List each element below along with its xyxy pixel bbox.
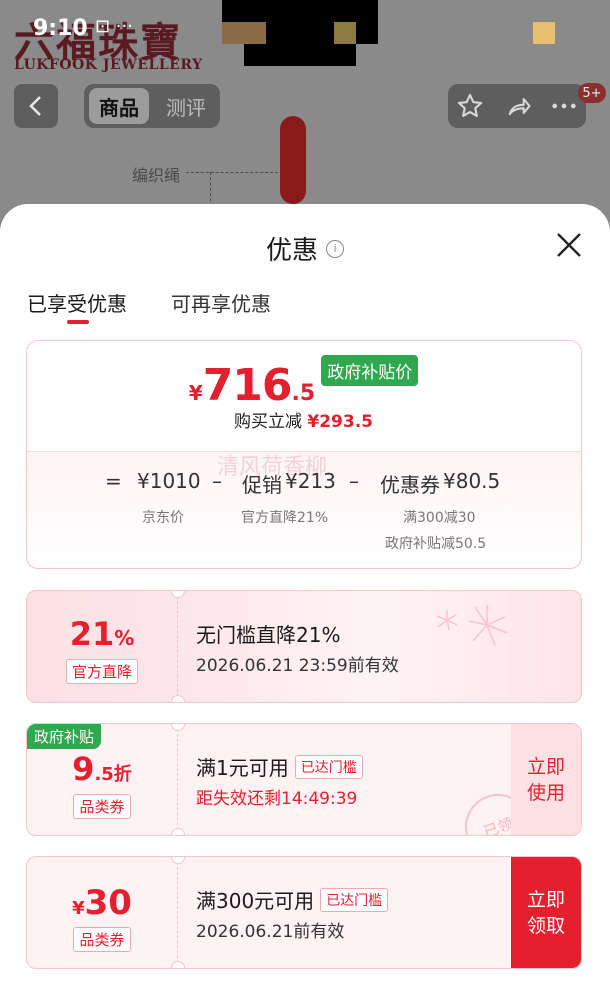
coupon-notch xyxy=(171,695,185,702)
price-integer: 716 xyxy=(202,360,293,411)
coupon-sub-1: 满300减30 xyxy=(403,510,476,526)
star-icon xyxy=(457,93,483,117)
coupon-card: 21% 官方直降 无门槛直降21% 2026.06.21 23:59前有效 xyxy=(26,590,582,703)
discount-sheet: 优惠 i 已享受优惠 可再享优惠 ¥716.5政府补贴价 购买立减 ¥293.5 … xyxy=(0,204,610,993)
tab-enjoyed[interactable]: 已享受优惠 xyxy=(27,288,127,317)
status-time: 9:10 xyxy=(33,16,88,41)
favorite-button[interactable] xyxy=(454,90,486,122)
coupon-label: 优惠券 xyxy=(380,473,440,497)
coupon-value-area: 21% 官方直降 xyxy=(27,591,177,702)
coupon-value-unit: % xyxy=(114,626,135,650)
coupon-sub-2: 政府补贴减50.5 xyxy=(385,536,487,552)
redacted-block xyxy=(533,22,555,44)
coupon-validity: 2026.06.21前有效 xyxy=(196,922,345,942)
coupon-divider xyxy=(177,857,178,968)
coupon-value-area: ¥30 品类券 xyxy=(27,857,177,968)
coupon-title-text: 满300元可用 xyxy=(196,889,315,913)
price-summary-card: ¥716.5政府补贴价 购买立减 ¥293.5 清风荷香柳 = ¥1010 京东… xyxy=(26,340,582,569)
coupon-value: 21% xyxy=(27,615,177,653)
back-button[interactable] xyxy=(14,84,58,128)
use-now-label: 立即使用 xyxy=(526,755,565,804)
redacted-block xyxy=(222,22,266,44)
close-icon xyxy=(557,233,581,257)
final-price: ¥716.5政府补贴价 xyxy=(27,355,580,411)
coupon-type-tag: 品类券 xyxy=(27,927,177,952)
brand-logo-en: LUKFOOK JEWELLERY xyxy=(14,57,203,73)
sheet-header: 优惠 i xyxy=(0,230,610,267)
promo-value: ¥213 xyxy=(285,469,336,493)
coupon-notch xyxy=(171,961,185,968)
coupon-validity: 2026.06.21 23:59前有效 xyxy=(196,656,399,676)
redacted-block xyxy=(244,44,356,66)
more-button[interactable] xyxy=(548,90,580,122)
price-decimal: .5 xyxy=(291,381,316,406)
coupon-type-label: 官方直降 xyxy=(65,659,138,684)
coupon-value-main: 30 xyxy=(84,883,132,923)
coupon-title: 满1元可用 已达门槛 xyxy=(196,752,363,781)
currency-symbol: ¥ xyxy=(188,381,203,405)
coupon-title: 无门槛直降21% xyxy=(196,623,341,647)
message-badge: 5+ xyxy=(578,83,606,103)
promo-sub: 官方直降21% xyxy=(241,510,329,526)
coupon-type-tag: 官方直降 xyxy=(27,659,177,684)
coupon-value: ¥30 xyxy=(27,883,177,923)
product-annotation: 编织绳 xyxy=(132,166,181,185)
coupon-value: 9.5折 xyxy=(27,750,177,788)
reduce-label: 购买立减 xyxy=(233,412,302,432)
share-button[interactable] xyxy=(503,90,535,122)
coupon-currency: ¥ xyxy=(72,898,85,919)
promo-label: 促销 xyxy=(242,473,282,497)
tab-indicator xyxy=(67,320,89,324)
coupon-value-unit: .5折 xyxy=(94,764,132,785)
claim-now-label: 立即领取 xyxy=(526,888,565,937)
coupon-card: 9.5折 品类券 政府补贴 满1元可用 已达门槛 距失效还剩14:49:39 已领… xyxy=(26,723,582,836)
equals-sign: = xyxy=(105,469,122,493)
threshold-badge: 已达门槛 xyxy=(294,755,363,779)
coupon-divider xyxy=(177,724,178,835)
jd-price: ¥1010 xyxy=(137,469,201,493)
coupon-notch xyxy=(171,857,185,864)
coupon-card: ¥30 品类券 满300元可用 已达门槛 2026.06.21前有效 立即领取 xyxy=(26,856,582,969)
close-button[interactable] xyxy=(553,229,585,261)
claim-now-button[interactable]: 立即领取 xyxy=(511,857,581,968)
minus-sign: – xyxy=(212,469,222,493)
reduce-value: ¥293.5 xyxy=(307,412,373,432)
coupon-countdown: 距失效还剩14:49:39 xyxy=(196,789,358,809)
coupon-value: ¥80.5 xyxy=(443,469,501,493)
coupon-value-main: 9 xyxy=(72,750,95,788)
coupon-title: 满300元可用 已达门槛 xyxy=(196,885,389,914)
coupon-type-label: 品类券 xyxy=(73,927,131,952)
coupon-divider xyxy=(177,591,178,702)
info-icon[interactable]: i xyxy=(326,239,344,258)
redacted-block xyxy=(334,22,356,44)
coupon-type-label: 品类券 xyxy=(73,794,131,819)
product-image xyxy=(280,116,306,204)
coupon-value-main: 21 xyxy=(69,615,115,653)
gov-subsidy-tag: 政府补贴价 xyxy=(321,355,419,386)
reduce-line: 购买立减 ¥293.5 xyxy=(27,407,580,432)
coupon-notch xyxy=(171,591,185,598)
status-icons: ⊡ ··· xyxy=(95,16,133,37)
gov-subsidy-badge: 政府补贴 xyxy=(27,724,102,749)
tab-more-offers[interactable]: 可再享优惠 xyxy=(171,288,271,317)
jd-price-label: 京东价 xyxy=(142,510,184,526)
sheet-title: 优惠 xyxy=(265,236,318,266)
tab-product[interactable]: 商品 xyxy=(89,88,149,124)
fireworks-icon xyxy=(436,605,508,646)
share-icon xyxy=(508,97,531,116)
coupon-title-text: 满1元可用 xyxy=(196,756,289,780)
minus-sign: – xyxy=(349,469,359,493)
coupon-type-tag: 品类券 xyxy=(27,794,177,819)
coupon-notch xyxy=(171,724,185,731)
use-now-button[interactable]: 立即使用 xyxy=(511,724,581,835)
coupon-notch xyxy=(171,828,185,835)
tab-review[interactable]: 测评 xyxy=(158,88,214,124)
chevron-left-icon xyxy=(29,96,41,116)
threshold-badge: 已达门槛 xyxy=(320,888,389,912)
more-icon xyxy=(552,103,576,109)
annotation-line xyxy=(186,172,278,173)
